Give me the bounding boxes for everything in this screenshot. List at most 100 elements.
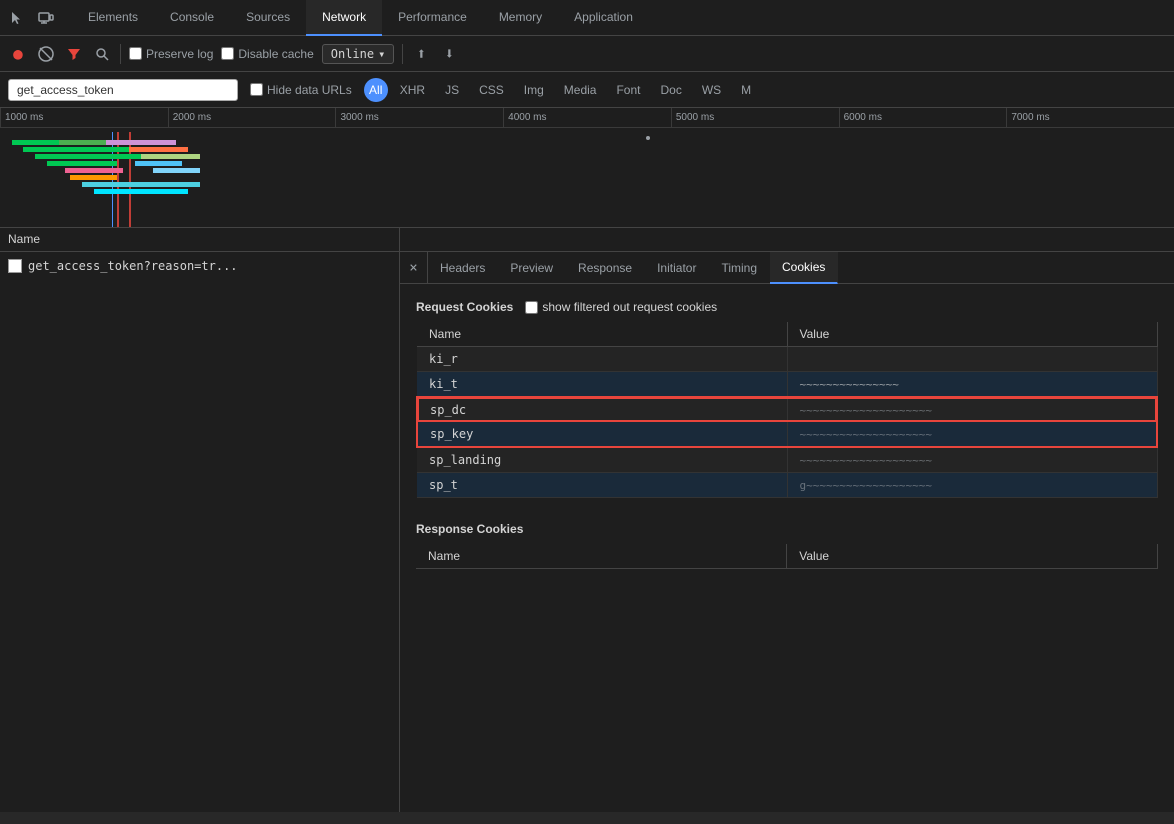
disable-cache-checkbox[interactable] [221,47,234,60]
devtools-icons [8,8,56,28]
filter-button[interactable] [64,44,84,64]
response-cookies-table: Name Value [416,544,1158,569]
wf-bar-12 [141,154,200,159]
search-input[interactable] [8,79,238,101]
divider [120,44,121,64]
ruler-mark-6: 6000 ms [839,108,1007,127]
tab-cookies[interactable]: Cookies [770,252,838,284]
tab-network[interactable]: Network [306,0,382,36]
filter-font-button[interactable]: Font [608,81,648,99]
hide-data-urls-checkbox[interactable] [250,83,263,96]
right-panel: × Headers Preview Response Initiator Tim… [400,252,1174,812]
tab-elements[interactable]: Elements [72,0,154,36]
col-value-header: Value [787,322,1157,347]
left-panel: get_access_token?reason=tr... [0,252,400,812]
tab-response[interactable]: Response [566,252,645,284]
cookie-value-ki-r [787,347,1157,372]
filter-css-button[interactable]: CSS [471,81,512,99]
filter-js-button[interactable]: JS [437,81,467,99]
cookie-value-sp-dc: ~~~~~~~~~~~~~~~~~~~~ [787,397,1157,422]
search-button[interactable] [92,44,112,64]
cookie-value-sp-t: g~~~~~~~~~~~~~~~~~~~ [787,473,1157,498]
wf-bar-9 [82,182,199,187]
request-cookies-title: Request Cookies show filtered out reques… [416,300,1158,314]
upload-button[interactable]: ⬆ [411,44,431,64]
tab-performance[interactable]: Performance [382,0,483,36]
tab-memory[interactable]: Memory [483,0,558,36]
cookie-name-sp-t: sp_t [417,473,787,498]
filter-xhr-button[interactable]: XHR [392,81,433,99]
record-button[interactable]: ● [8,44,28,64]
cookie-row-ki-r[interactable]: ki_r [417,347,1157,372]
resp-col-name-header: Name [416,544,787,569]
ruler-mark-7: 7000 ms [1006,108,1174,127]
wf-bar-13 [135,161,182,166]
network-toolbar: ● Preserve log Disable cache Online ▾ ⬆ … [0,36,1174,72]
cookie-row-sp-landing[interactable]: sp_landing ~~~~~~~~~~~~~~~~~~~~ [417,447,1157,473]
filter-m-button[interactable]: M [733,81,759,99]
tab-preview[interactable]: Preview [498,252,566,284]
response-cookies-title: Response Cookies [416,522,1158,536]
tab-console[interactable]: Console [154,0,230,36]
cookie-value-sp-landing: ~~~~~~~~~~~~~~~~~~~~ [787,447,1157,473]
ruler-mark-5: 5000 ms [671,108,839,127]
filter-doc-button[interactable]: Doc [652,81,689,99]
tab-initiator[interactable]: Initiator [645,252,709,284]
cookie-row-sp-dc[interactable]: sp_dc ~~~~~~~~~~~~~~~~~~~~ [417,397,1157,422]
detail-content: Request Cookies show filtered out reques… [400,284,1174,812]
request-checkbox[interactable] [8,259,22,273]
request-cookies-table: Name Value ki_r ki_t ~~~~~~~~~~~~~~~ [416,322,1158,498]
wf-bar-8 [106,140,176,145]
disable-cache-label[interactable]: Disable cache [221,47,313,61]
filter-all-button[interactable]: All [364,78,388,102]
tab-application[interactable]: Application [558,0,649,36]
cookie-row-ki-t[interactable]: ki_t ~~~~~~~~~~~~~~~ [417,372,1157,398]
detail-tabs: × Headers Preview Response Initiator Tim… [400,252,1174,284]
filter-types: All XHR JS CSS Img Media Font Doc WS M [364,78,759,102]
show-filtered-checkbox[interactable] [525,301,538,314]
ruler-mark-4: 4000 ms [503,108,671,127]
cookie-value-sp-key: ~~~~~~~~~~~~~~~~~~~~ [787,422,1157,447]
resp-col-value-header: Value [787,544,1158,569]
wf-bar-11 [129,147,188,152]
divider2 [402,44,403,64]
col-header-name: Name [0,228,400,251]
show-filtered-label[interactable]: show filtered out request cookies [525,300,717,314]
close-panel-button[interactable]: × [400,252,428,284]
ruler-mark-1: 1000 ms [0,108,168,127]
request-item[interactable]: get_access_token?reason=tr... [0,252,399,280]
wf-bar-10 [94,189,188,194]
cookie-row-sp-key[interactable]: sp_key ~~~~~~~~~~~~~~~~~~~~ [417,422,1157,447]
col-headers: Name [0,228,1174,252]
preserve-log-checkbox[interactable] [129,47,142,60]
tab-sources[interactable]: Sources [230,0,306,36]
wf-bar-6 [65,168,124,173]
cookie-value-ki-t: ~~~~~~~~~~~~~~~ [787,372,1157,398]
throttle-selector[interactable]: Online ▾ [322,44,395,64]
hide-data-urls-label[interactable]: Hide data URLs [250,83,352,97]
cookie-name-sp-dc: sp_dc [417,397,787,422]
device-icon[interactable] [36,8,56,28]
wf-bar-14 [153,168,200,173]
timeline-ruler: 1000 ms 2000 ms 3000 ms 4000 ms 5000 ms … [0,108,1174,128]
preserve-log-label[interactable]: Preserve log [129,47,213,61]
cursor-icon[interactable] [8,8,28,28]
download-button[interactable]: ⬇ [439,44,459,64]
filter-media-button[interactable]: Media [556,81,605,99]
cookie-name-ki-t: ki_t [417,372,787,398]
tab-timing[interactable]: Timing [709,252,770,284]
filter-img-button[interactable]: Img [516,81,552,99]
dot-marker [646,136,650,140]
chevron-down-icon: ▾ [378,47,385,61]
wf-bar-7 [70,175,117,180]
request-name: get_access_token?reason=tr... [28,259,238,273]
stop-button[interactable] [36,44,56,64]
filter-ws-button[interactable]: WS [694,81,729,99]
col-header-waterfall [400,228,1174,251]
cookie-row-sp-t[interactable]: sp_t g~~~~~~~~~~~~~~~~~~~ [417,473,1157,498]
tab-headers[interactable]: Headers [428,252,498,284]
filter-row: Hide data URLs All XHR JS CSS Img Media … [0,72,1174,108]
main-split: get_access_token?reason=tr... × Headers … [0,252,1174,812]
col-name-header: Name [417,322,787,347]
wf-bar-3 [35,154,141,159]
